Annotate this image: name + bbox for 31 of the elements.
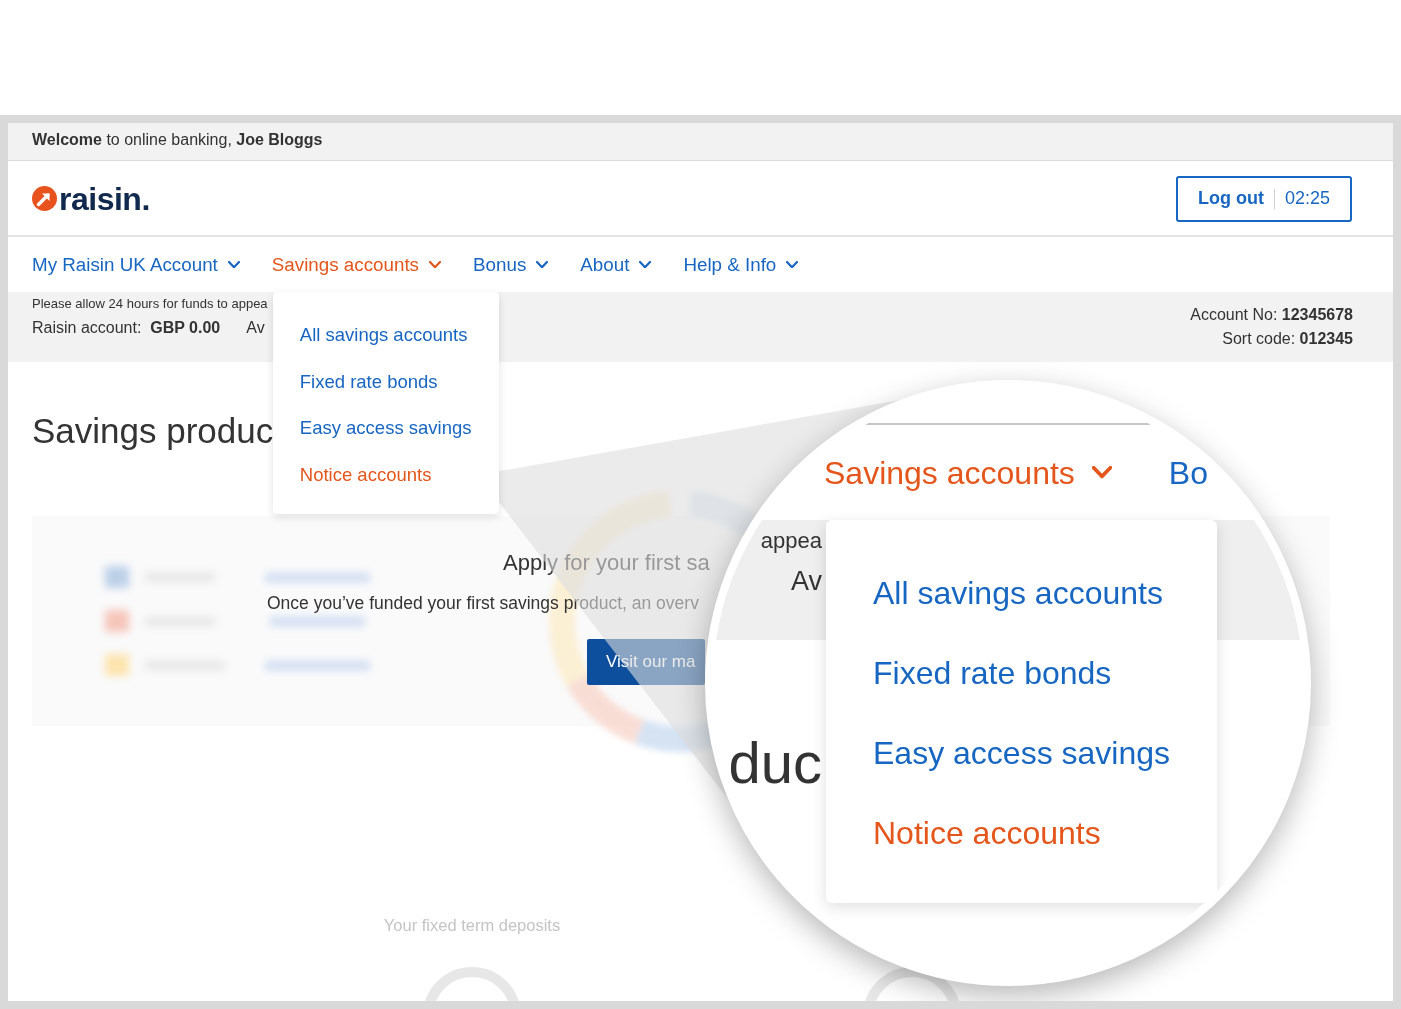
menu-item[interactable]: Fixed rate bonds <box>299 369 438 393</box>
nav-link[interactable]: About <box>580 253 652 276</box>
ring-icon <box>862 966 962 1001</box>
nav-link[interactable]: Bonus <box>473 253 549 276</box>
notice-text: Please allow 24 hours for funds to appea <box>32 295 268 312</box>
page-title: Savings produc <box>32 410 274 452</box>
nav-link[interactable]: Savings accounts <box>271 253 441 276</box>
nav-link[interactable]: My Raisin UK Account <box>32 253 240 276</box>
account-number-text: Account No: 12345678 <box>1190 305 1353 325</box>
chevron-down-icon <box>1091 466 1112 479</box>
logo-icon <box>32 186 57 211</box>
menu-item[interactable]: Notice accounts <box>299 462 432 486</box>
chevron-down-icon <box>536 260 549 269</box>
balance-text: Raisin account: GBP 0.00 <box>32 318 221 338</box>
menu-item[interactable]: All savings accounts <box>299 323 468 346</box>
chevron-down-icon <box>227 260 240 269</box>
chevron-down-icon <box>639 260 652 269</box>
menu-item[interactable]: Notice accounts <box>873 813 1101 853</box>
chevron-down-icon <box>786 260 799 269</box>
chevron-down-icon <box>429 260 441 269</box>
logo-text: raisin. <box>59 182 150 215</box>
ring-icon <box>422 966 522 1001</box>
available-text: Av <box>246 318 265 338</box>
nav-link[interactable]: Help & Info <box>683 253 799 276</box>
section-title: Your fixed term deposits <box>383 915 561 935</box>
menu-item[interactable]: Easy access savings <box>299 416 472 439</box>
welcome-text: Welcome to online banking, Joe Bloggs <box>32 131 323 149</box>
sort-code-text: Sort code: 012345 <box>1222 329 1353 349</box>
nav-link[interactable]: Bo <box>1168 454 1208 491</box>
logout-button[interactable]: Log out 02:25 <box>1176 175 1352 222</box>
nav-link[interactable]: Savings accounts <box>824 454 1112 491</box>
